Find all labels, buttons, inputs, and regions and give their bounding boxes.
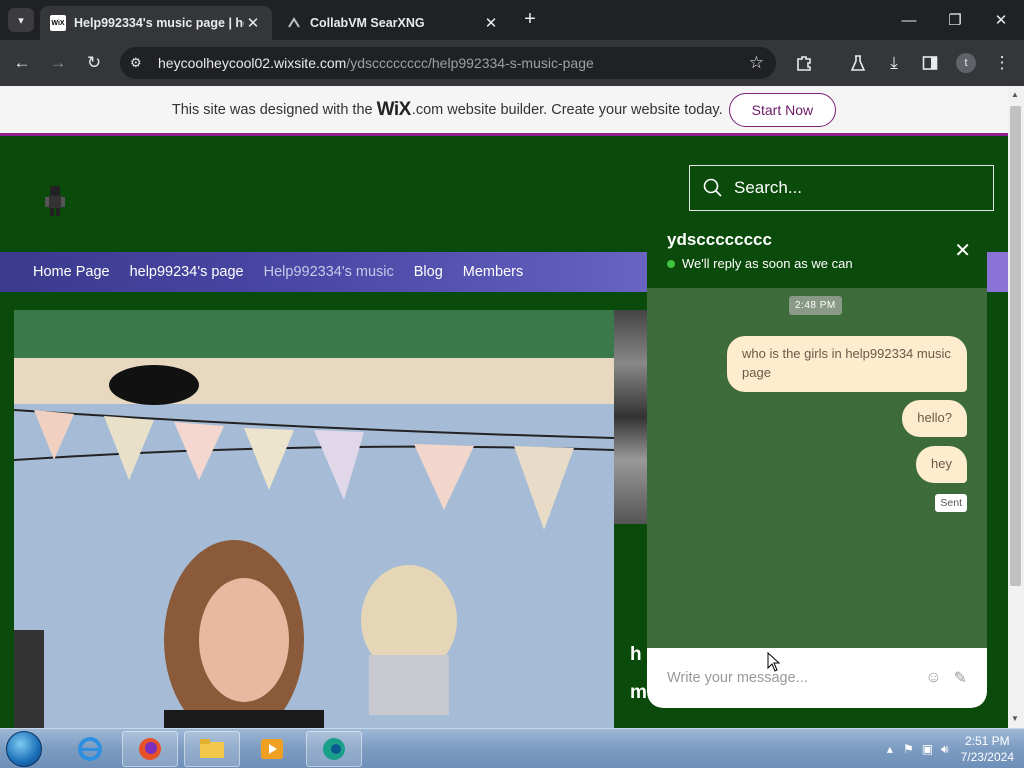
- extensions-icon[interactable]: [792, 51, 816, 75]
- system-tray: ▴ ⚑ ▣ 🔊︎ 2:51 PM 7/23/2024: [887, 729, 1014, 768]
- browser-tab-strip: ▾ WiX Help992334's music page | hel ✕ Co…: [0, 0, 1024, 40]
- address-bar[interactable]: ⚙ heycoolheycool02.wixsite.com/ydscccccc…: [120, 47, 776, 79]
- site-logo-avatar[interactable]: [42, 184, 68, 218]
- site-info-icon[interactable]: ⚙: [130, 55, 152, 71]
- reload-icon[interactable]: ↻: [82, 51, 106, 75]
- back-arrow-icon[interactable]: ←: [10, 51, 34, 75]
- chat-message: hey: [916, 446, 967, 483]
- tab-search-button[interactable]: ▾: [8, 8, 34, 32]
- wix-promo-banner: This site was designed with the WiX .com…: [0, 86, 1008, 136]
- bookmark-star-icon[interactable]: ☆: [749, 53, 764, 73]
- url-text: heycoolheycool02.wixsite.com/ydscccccccc…: [158, 55, 594, 71]
- nav-item-members[interactable]: Members: [463, 264, 523, 280]
- chat-message: hello?: [902, 400, 967, 437]
- start-now-button[interactable]: Start Now: [728, 92, 837, 127]
- close-window-button[interactable]: ✕: [978, 0, 1024, 40]
- desktop-window: ▾ WiX Help992334's music page | hel ✕ Co…: [0, 0, 1024, 768]
- search-placeholder: Search...: [734, 178, 803, 197]
- tab-close-icon[interactable]: ✕: [244, 14, 262, 32]
- clock-date: 7/23/2024: [960, 750, 1014, 764]
- chat-close-icon[interactable]: ✕: [954, 238, 971, 263]
- site-search-box[interactable]: Search...: [689, 165, 994, 211]
- chat-widget: ydscccccccc We'll reply as soon as we ca…: [647, 218, 987, 708]
- restore-button[interactable]: ❐: [932, 0, 978, 40]
- partial-heading-h: h: [630, 644, 642, 665]
- minimize-button[interactable]: —: [886, 0, 932, 40]
- new-tab-button[interactable]: +: [518, 8, 542, 32]
- message-timestamp: 2:48 PM: [789, 296, 842, 315]
- tab-searxng[interactable]: CollabVM SearXNG ✕: [276, 6, 510, 40]
- mouse-cursor-icon: [767, 652, 781, 672]
- edge-browser-icon[interactable]: [306, 731, 362, 767]
- partial-heading-m: m: [630, 682, 647, 703]
- nav-item-music[interactable]: Help992334's music: [264, 264, 394, 280]
- scroll-up-icon[interactable]: ▲: [1011, 90, 1019, 99]
- browser-toolbar: ← → ↻ ⚙ heycoolheycool02.wixsite.com/yds…: [0, 40, 1024, 86]
- profile-avatar[interactable]: t: [956, 53, 976, 73]
- chat-header: ydscccccccc We'll reply as soon as we ca…: [647, 218, 987, 288]
- wix-favicon-icon: WiX: [50, 15, 66, 31]
- search-icon: [703, 178, 722, 197]
- chat-status: We'll reply as soon as we can: [667, 256, 967, 271]
- chat-messages: 2:48 PM who is the girls in help992334 m…: [647, 288, 987, 648]
- menu-kebab-icon[interactable]: ⋮: [990, 51, 1014, 75]
- banner-suffix: .com website builder. Create your websit…: [411, 101, 723, 118]
- media-player-icon[interactable]: [244, 731, 300, 767]
- searxng-favicon-icon: [286, 15, 302, 31]
- action-center-flag-icon[interactable]: ⚑: [903, 742, 914, 756]
- start-button[interactable]: [6, 731, 42, 767]
- emoji-icon[interactable]: ☺: [925, 669, 941, 687]
- network-icon[interactable]: ▣: [922, 742, 933, 756]
- banner-prefix: This site was designed with the: [171, 101, 373, 118]
- tab-title: Help992334's music page | hel: [74, 16, 244, 30]
- wix-logo: WiX: [376, 98, 412, 120]
- chat-status-text: We'll reply as soon as we can: [682, 256, 853, 271]
- download-icon[interactable]: ⤓: [882, 51, 906, 75]
- nav-item-help99234[interactable]: help99234's page: [130, 264, 244, 280]
- message-input[interactable]: Write your message...: [667, 670, 913, 686]
- scroll-down-icon[interactable]: ▼: [1011, 714, 1019, 723]
- firefox-icon[interactable]: [122, 731, 178, 767]
- page-scrollbar[interactable]: ▲ ▼: [1008, 86, 1024, 728]
- clock-time: 2:51 PM: [964, 734, 1010, 748]
- scrollbar-thumb[interactable]: [1010, 106, 1021, 586]
- show-hidden-icons-icon[interactable]: ▴: [887, 742, 893, 756]
- file-explorer-icon[interactable]: [184, 731, 240, 767]
- labs-flask-icon[interactable]: [846, 51, 870, 75]
- side-image-strip: [614, 310, 648, 524]
- internet-explorer-icon[interactable]: [62, 731, 118, 767]
- online-dot-icon: [667, 259, 675, 268]
- attachment-icon[interactable]: ✎: [954, 668, 967, 688]
- sent-indicator: Sent: [935, 494, 967, 512]
- chat-contact-name: ydscccccccc: [667, 230, 772, 249]
- clock[interactable]: 2:51 PM 7/23/2024: [961, 733, 1014, 765]
- nav-item-home[interactable]: Home Page: [33, 264, 110, 280]
- nav-item-blog[interactable]: Blog: [414, 264, 443, 280]
- forward-arrow-icon[interactable]: →: [46, 51, 70, 75]
- windows-taskbar: ▴ ⚑ ▣ 🔊︎ 2:51 PM 7/23/2024: [0, 728, 1024, 768]
- chat-message: who is the girls in help992334 music pag…: [727, 336, 967, 392]
- chat-input-bar[interactable]: Write your message... ☺ ✎: [647, 648, 987, 708]
- tab-title: CollabVM SearXNG: [310, 16, 425, 30]
- volume-icon[interactable]: 🔊︎: [941, 742, 949, 757]
- tab-music-page[interactable]: WiX Help992334's music page | hel ✕: [40, 6, 272, 40]
- tab-close-icon[interactable]: ✕: [482, 14, 500, 32]
- side-panel-icon[interactable]: [918, 51, 942, 75]
- hero-photo: [14, 310, 614, 728]
